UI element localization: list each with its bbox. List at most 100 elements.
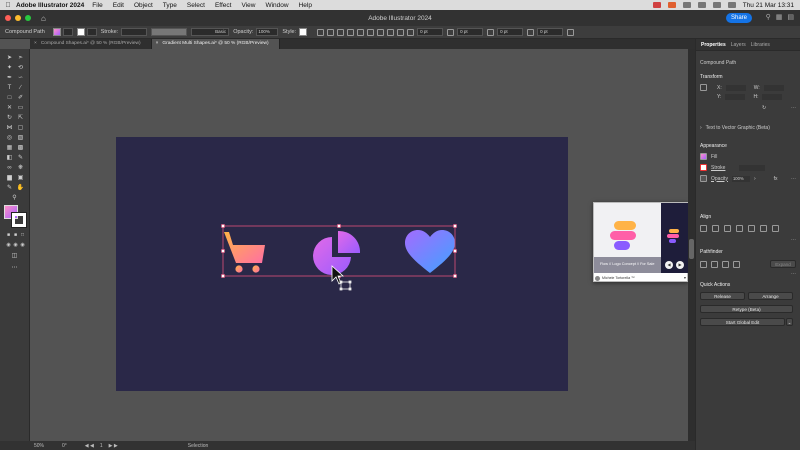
more-options-icon[interactable]: ⋯ bbox=[791, 105, 796, 111]
link-icon[interactable] bbox=[487, 28, 495, 36]
menu-icon[interactable] bbox=[567, 28, 575, 36]
exclude-icon[interactable] bbox=[733, 260, 740, 268]
scrollbar-thumb[interactable] bbox=[689, 239, 694, 259]
artboard-tool-icon[interactable]: ▣ bbox=[16, 174, 25, 182]
chevron-right-icon[interactable]: › bbox=[754, 176, 756, 182]
rectangle-tool-icon[interactable]: □ bbox=[5, 94, 14, 102]
canvas-vertical-scrollbar[interactable] bbox=[688, 49, 695, 441]
align-bottom-icon[interactable] bbox=[387, 28, 395, 36]
menu-app-name[interactable]: Adobe Illustrator 2024 bbox=[16, 2, 84, 9]
width-tool-icon[interactable]: ⋈ bbox=[5, 124, 14, 132]
canvas[interactable] bbox=[30, 49, 688, 441]
rotation-value[interactable]: 0° bbox=[62, 443, 67, 449]
control-center-icon[interactable] bbox=[727, 2, 736, 8]
stroke-swatch[interactable] bbox=[76, 28, 85, 36]
align-middle-icon[interactable] bbox=[377, 28, 385, 36]
h-field[interactable]: 0 pt bbox=[537, 28, 564, 36]
minus-front-icon[interactable] bbox=[711, 260, 718, 268]
retype-button[interactable]: Retype (Beta) bbox=[700, 305, 793, 313]
workspace-icon[interactable]: ▦ bbox=[776, 13, 783, 21]
release-button[interactable]: Release bbox=[700, 292, 745, 300]
none-mode-icon[interactable]: □ bbox=[18, 231, 27, 239]
opacity-input[interactable]: 100% bbox=[731, 175, 750, 182]
symbol-sprayer-tool-icon[interactable]: ❋ bbox=[16, 164, 25, 172]
close-tab-icon[interactable]: × bbox=[34, 41, 37, 46]
type-tool-icon[interactable]: T bbox=[5, 84, 14, 92]
stroke-weight-field[interactable] bbox=[121, 28, 148, 36]
menu-object[interactable]: Object bbox=[134, 2, 153, 9]
expand-button[interactable]: Expand bbox=[770, 260, 796, 268]
more-options-icon[interactable]: ⋯ bbox=[791, 271, 796, 277]
tool-status[interactable]: Selection bbox=[188, 443, 209, 449]
zoom-window-icon[interactable] bbox=[25, 15, 31, 21]
tab-gradient-multi-shapes[interactable]: × Gradient Multi Shapes.ai* @ 50 % (RGB/P… bbox=[151, 39, 280, 49]
close-window-icon[interactable] bbox=[5, 15, 11, 21]
align-middle-icon[interactable] bbox=[748, 225, 755, 232]
menu-type[interactable]: Type bbox=[163, 2, 177, 9]
preview-popup[interactable]: Flow // Logo Concept // For Sale ◀ ▶ Mic… bbox=[593, 202, 689, 282]
search-icon[interactable]: ⚲ bbox=[766, 13, 771, 21]
artboard-nav-icon[interactable]: ◀ ◀ bbox=[85, 443, 94, 449]
gradient-tool-icon[interactable]: ◧ bbox=[5, 154, 14, 162]
menu-edit[interactable]: Edit bbox=[113, 2, 124, 9]
fill-dropdown[interactable] bbox=[62, 28, 73, 36]
mesh-tool-icon[interactable]: ▩ bbox=[16, 144, 25, 152]
menu-select[interactable]: Select bbox=[187, 2, 205, 9]
align-center-icon[interactable] bbox=[712, 225, 719, 232]
free-transform-tool-icon[interactable]: ▢ bbox=[16, 124, 25, 132]
minimize-window-icon[interactable] bbox=[15, 15, 21, 21]
intersect-icon[interactable] bbox=[722, 260, 729, 268]
effects-icon[interactable]: fx bbox=[774, 176, 778, 182]
fill-swatch[interactable] bbox=[700, 153, 707, 160]
apple-icon[interactable]:  bbox=[0, 2, 16, 9]
fill-swatch[interactable] bbox=[52, 28, 61, 36]
paintbrush-tool-icon[interactable]: ✐ bbox=[16, 94, 25, 102]
tab-compound-shapes[interactable]: × Compound Shapes.ai* @ 50 % (RGB/Preview… bbox=[30, 39, 152, 49]
align-right-icon[interactable] bbox=[724, 225, 731, 232]
shopping-cart-icon[interactable] bbox=[224, 232, 265, 273]
column-graph-tool-icon[interactable]: ▆ bbox=[5, 174, 14, 182]
pen-tool-icon[interactable]: ✒ bbox=[5, 74, 14, 82]
align-left-icon[interactable] bbox=[337, 28, 345, 36]
heart-icon[interactable] bbox=[405, 230, 455, 273]
hand-tool-icon[interactable]: ✋ bbox=[16, 184, 25, 192]
link-icon[interactable] bbox=[447, 28, 455, 36]
align-top-icon[interactable] bbox=[736, 225, 743, 232]
opacity-field[interactable]: 100% bbox=[256, 28, 279, 36]
status-tray-icon[interactable] bbox=[682, 2, 691, 8]
preview-author[interactable]: Michele Tortorella ™ ♥ bbox=[595, 274, 688, 282]
line-tool-icon[interactable]: ∕ bbox=[16, 84, 25, 92]
perspective-grid-tool-icon[interactable]: ▦ bbox=[5, 144, 14, 152]
y-field[interactable]: 0 pt bbox=[457, 28, 484, 36]
brush-definition-dropdown[interactable]: Basic bbox=[191, 28, 230, 36]
reference-point-icon[interactable] bbox=[700, 84, 707, 91]
menu-window[interactable]: Window bbox=[265, 2, 288, 9]
status-tray-icon[interactable] bbox=[697, 2, 706, 8]
arrange-button[interactable]: Arrange bbox=[748, 292, 793, 300]
fill-stroke-widget[interactable] bbox=[4, 205, 27, 228]
rotate-icon[interactable]: ↻ bbox=[762, 105, 766, 111]
direct-selection-tool-icon[interactable]: ➣ bbox=[16, 54, 25, 62]
align-top-icon[interactable] bbox=[367, 28, 375, 36]
tab-libraries[interactable]: Libraries bbox=[751, 42, 770, 48]
magic-wand-tool-icon[interactable]: ✦ bbox=[5, 64, 14, 72]
w-field[interactable]: 0 pt bbox=[497, 28, 524, 36]
stroke-color-swatch[interactable] bbox=[11, 212, 27, 228]
align-to-icon[interactable] bbox=[772, 225, 779, 232]
x-field[interactable]: 0 pt bbox=[417, 28, 444, 36]
status-tray-icon[interactable] bbox=[667, 2, 676, 8]
like-icon[interactable]: ♥ bbox=[684, 276, 686, 280]
link-icon[interactable] bbox=[527, 28, 535, 36]
menu-view[interactable]: View bbox=[241, 2, 255, 9]
stroke-swatch[interactable] bbox=[700, 164, 707, 171]
style-swatch[interactable] bbox=[299, 28, 308, 36]
align-center-icon[interactable] bbox=[347, 28, 355, 36]
menu-file[interactable]: File bbox=[92, 2, 102, 9]
home-icon[interactable]: ⌂ bbox=[41, 14, 46, 23]
tab-layers[interactable]: Layers bbox=[731, 42, 746, 48]
variable-width-field[interactable] bbox=[151, 28, 188, 36]
align-icon[interactable] bbox=[327, 28, 335, 36]
align-left-icon[interactable] bbox=[700, 225, 707, 232]
preview-next-icon[interactable]: ▶ bbox=[676, 261, 684, 269]
start-global-edit-button[interactable]: Start Global Edit bbox=[700, 318, 785, 326]
